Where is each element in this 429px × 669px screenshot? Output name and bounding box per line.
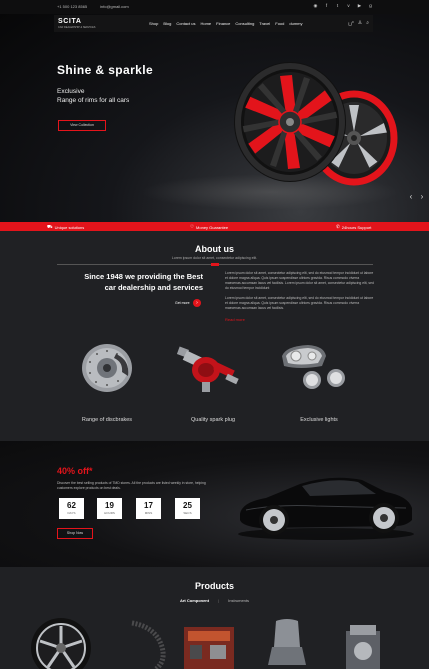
nav-item-blog[interactable]: Blog — [163, 21, 171, 26]
offer-title: 40% off* — [57, 466, 93, 476]
spark-plug-icon — [176, 346, 239, 392]
nav-item-travel[interactable]: Travel — [259, 21, 270, 26]
social-links: ◉ f t v ▶ g — [313, 3, 373, 8]
rims-image — [234, 62, 398, 186]
search-icon[interactable]: ⌕ — [366, 20, 369, 28]
about-divider — [57, 263, 373, 266]
highlight-label-discbrakes: Range of discbrakes — [81, 417, 133, 423]
nav-item-contact[interactable]: Contact us — [176, 21, 195, 26]
arrow-right-icon[interactable]: › — [193, 299, 201, 307]
countdown-mins: 17 MINS — [136, 498, 161, 519]
slider-prev-icon[interactable]: ‹ — [407, 192, 415, 202]
products-title: Products — [194, 581, 234, 591]
feature-guarantee: ♡ Money Guarantee — [190, 224, 229, 230]
cart-count: 0 — [352, 20, 354, 24]
header-actions: ⊔0 ♙ ⌕ — [348, 20, 369, 28]
front-wheel — [234, 62, 346, 182]
product-seat-image[interactable] — [262, 617, 312, 669]
read-more-link[interactable]: Read more — [225, 317, 245, 322]
highlight-label-lights: Exclusive lights — [300, 417, 338, 423]
nav-item-finance[interactable]: Finance — [216, 21, 230, 26]
youtube-icon[interactable]: ▶ — [357, 3, 362, 8]
car-icon: ⛟ — [47, 224, 53, 229]
nav-item-home[interactable]: Home — [200, 21, 211, 26]
nav-item-shop[interactable]: Shop — [149, 21, 158, 26]
about-paragraph-1: Lorem ipsum dolor sit amet, consectetur … — [225, 271, 374, 290]
about-heading-line-1: Since 1948 we providing the Best — [84, 272, 203, 281]
vimeo-icon[interactable]: v — [346, 3, 351, 8]
sports-car-image — [238, 477, 414, 540]
about-heading-line-2: car dealership and services — [104, 283, 203, 292]
disc-brake-icon — [82, 344, 132, 392]
product-part-image[interactable] — [338, 617, 388, 669]
feature-support: ✆ 24hours Support — [336, 224, 372, 230]
google-plus-icon[interactable]: g — [368, 3, 373, 8]
user-icon[interactable]: ♙ — [358, 20, 362, 28]
product-engine-image[interactable] — [180, 617, 238, 669]
features-bar: ⛟ Unique solutions ♡ Money Guarantee ✆ 24ho… — [0, 222, 429, 231]
cart-icon[interactable]: ⊔0 — [348, 20, 354, 28]
top-bar: +1 500 123 8565 info@gmail.com ◉ f t v ▶… — [0, 0, 429, 14]
hero-subtitle-2: Range of rims for all cars — [57, 97, 130, 104]
main-nav: Shop Blog Contact us Home Finance Consul… — [149, 21, 303, 26]
facebook-icon[interactable]: f — [324, 3, 329, 8]
highlight-label-sparkplug: Quality spark plug — [190, 417, 236, 423]
phone-number[interactable]: +1 500 123 8565 — [57, 4, 87, 9]
logo-tagline: CAR DEALERSHIP & SERVICES — [58, 26, 96, 29]
about-title: About us — [195, 244, 234, 254]
countdown-hours: 19 HOURS — [97, 498, 122, 519]
heart-icon: ♡ — [190, 224, 195, 229]
countdown-secs: 25 SECS — [175, 498, 200, 519]
nav-item-consulting[interactable]: Consulting — [235, 21, 254, 26]
tab-separator: | — [218, 598, 220, 603]
product-rim-image[interactable] — [30, 617, 92, 669]
hero-title: Shine & sparkle — [57, 63, 154, 77]
hero-subtitle-1: Exclusive — [57, 88, 85, 95]
offer-text: Discover the best selling products of TM… — [57, 481, 206, 490]
nav-item-food[interactable]: Food — [275, 21, 284, 26]
offer-percent: 40% off* — [57, 466, 93, 476]
products-tabs: Art Component | Instruments — [0, 598, 429, 603]
twitter-icon[interactable]: t — [335, 3, 340, 8]
tab-art-component[interactable]: Art Component — [180, 598, 209, 603]
headlight-icon — [282, 345, 345, 389]
nav-item-dummy[interactable]: dummy — [289, 21, 302, 26]
view-collection-button[interactable]: View Collection — [58, 120, 106, 131]
product-timing-belt-image[interactable] — [126, 617, 176, 669]
get-more-link[interactable]: Get more — [175, 301, 190, 305]
tab-instruments[interactable]: Instruments — [228, 598, 249, 603]
rss-icon[interactable]: ◉ — [313, 3, 318, 8]
feature-unique: ⛟ Unique solutions — [47, 224, 85, 230]
main-header: SCITA CAR DEALERSHIP & SERVICES Shop Blo… — [54, 15, 373, 32]
countdown-days: 62 DAYS — [59, 498, 84, 519]
about-subtitle: Lorem ipsum dolor sit amet, consectetur … — [171, 256, 258, 260]
site-logo[interactable]: SCITA — [58, 18, 81, 25]
email-address[interactable]: info@gmail.com — [100, 4, 129, 9]
shop-now-button[interactable]: Shop Now — [57, 528, 93, 539]
slider-next-icon[interactable]: › — [418, 192, 426, 202]
about-paragraph-2: Lorem ipsum dolor sit amet, consectetur … — [225, 296, 374, 310]
phone-icon: ✆ — [336, 224, 340, 229]
